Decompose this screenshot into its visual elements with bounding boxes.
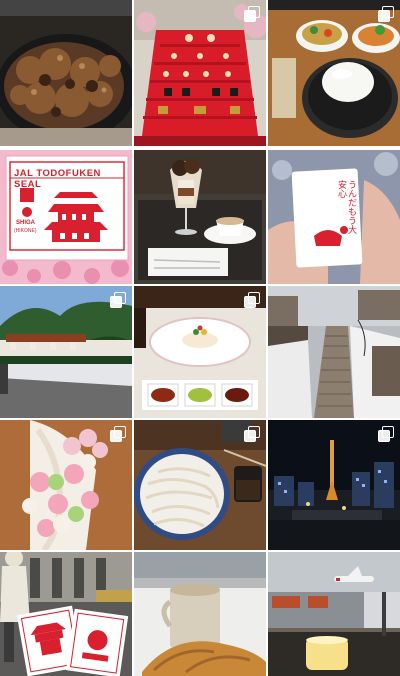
multi-photo-icon: [110, 292, 126, 308]
post-tile-goshuin-card[interactable]: うんだもう大安心: [268, 150, 400, 284]
multi-photo-icon: [378, 6, 394, 22]
post-tile-street-stamps[interactable]: [0, 552, 132, 676]
multi-photo-icon: [244, 426, 260, 442]
stamp-city: (HIKONE): [14, 228, 37, 234]
post-tile-airport-runway[interactable]: [268, 552, 400, 676]
post-tile-plated-dessert[interactable]: [134, 286, 266, 418]
post-tile-snowy-stairs[interactable]: [268, 286, 400, 418]
post-tile-castle-seal[interactable]: JAL TODOFUKEN SEAL SHIGA (HIKONE): [0, 150, 132, 284]
post-tile-shrine-hillside[interactable]: [0, 286, 132, 418]
post-tile-coffee-croissant[interactable]: [134, 552, 266, 676]
photo-grilled-chicken: [0, 0, 132, 146]
photo-street-stamps: [0, 552, 132, 676]
post-tile-hina-dolls[interactable]: [134, 0, 266, 146]
post-tile-dango-soft-serve[interactable]: [0, 420, 132, 550]
post-tile-night-city[interactable]: [268, 420, 400, 550]
multi-photo-icon: [244, 292, 260, 308]
photo-parfait: [134, 150, 266, 284]
multi-photo-icon: [244, 6, 260, 22]
post-tile-curry-rice[interactable]: [268, 0, 400, 146]
post-tile-udon-bowl[interactable]: [134, 420, 266, 550]
post-tile-parfait[interactable]: [134, 150, 266, 284]
goshuin-text: うんだもう大安心: [336, 180, 356, 234]
photo-airport-runway: [268, 552, 400, 676]
stamp-prefecture: SHIGA: [16, 220, 36, 226]
photo-coffee-croissant: [134, 552, 266, 676]
photo-grid: JAL TODOFUKEN SEAL SHIGA (HIKONE) うんだもう大…: [0, 0, 400, 676]
stamp-title: JAL TODOFUKEN SEAL: [14, 168, 101, 190]
multi-photo-icon: [378, 426, 394, 442]
multi-photo-icon: [110, 426, 126, 442]
post-tile-grilled-chicken[interactable]: [0, 0, 132, 146]
photo-snowy-stairs: [268, 286, 400, 418]
